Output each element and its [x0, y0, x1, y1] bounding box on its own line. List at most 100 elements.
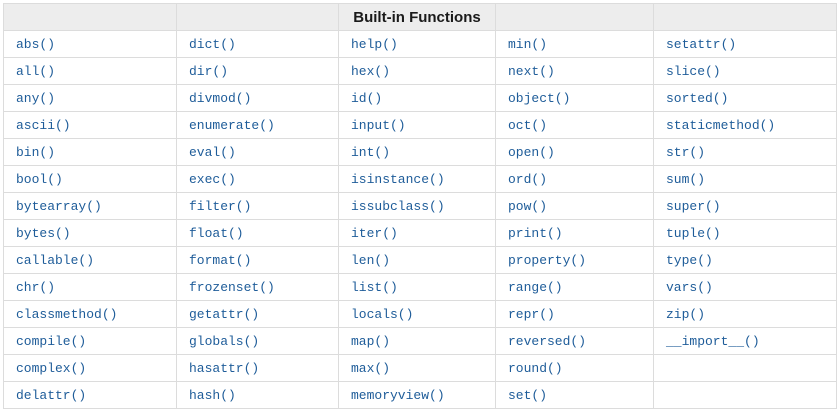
table-cell: filter(): [176, 192, 339, 220]
function-link[interactable]: bin(): [16, 145, 55, 160]
function-link[interactable]: float(): [189, 226, 244, 241]
table-cell: ascii(): [3, 111, 177, 139]
function-link[interactable]: staticmethod(): [666, 118, 775, 133]
function-link[interactable]: type(): [666, 253, 713, 268]
table-row: bytes() float() iter() print() tuple(): [3, 219, 837, 247]
table-cell: map(): [338, 327, 496, 355]
function-link[interactable]: sum(): [666, 172, 705, 187]
function-link[interactable]: repr(): [508, 307, 555, 322]
table-cell: iter(): [338, 219, 496, 247]
function-link[interactable]: list(): [351, 280, 398, 295]
function-link[interactable]: print(): [508, 226, 563, 241]
function-link[interactable]: hasattr(): [189, 361, 259, 376]
table-cell: delattr(): [3, 381, 177, 409]
table-cell: exec(): [176, 165, 339, 193]
function-link[interactable]: vars(): [666, 280, 713, 295]
function-link[interactable]: oct(): [508, 118, 547, 133]
function-link[interactable]: range(): [508, 280, 563, 295]
function-link[interactable]: filter(): [189, 199, 251, 214]
function-link[interactable]: help(): [351, 37, 398, 52]
table-cell: staticmethod(): [653, 111, 837, 139]
function-link[interactable]: enumerate(): [189, 118, 275, 133]
table-row: any() divmod() id() object() sorted(): [3, 84, 837, 112]
function-link[interactable]: any(): [16, 91, 55, 106]
function-link[interactable]: hex(): [351, 64, 390, 79]
function-link[interactable]: divmod(): [189, 91, 251, 106]
function-link[interactable]: isinstance(): [351, 172, 445, 187]
table-row: chr() frozenset() list() range() vars(): [3, 273, 837, 301]
function-link[interactable]: input(): [351, 118, 406, 133]
table-header-row: Built-in Functions: [3, 3, 837, 31]
function-link[interactable]: callable(): [16, 253, 94, 268]
function-link[interactable]: round(): [508, 361, 563, 376]
table-cell: all(): [3, 57, 177, 85]
header-cell-empty-1: [3, 3, 177, 31]
table-cell: sum(): [653, 165, 837, 193]
function-link[interactable]: str(): [666, 145, 705, 160]
table-cell: zip(): [653, 300, 837, 328]
table-cell: getattr(): [176, 300, 339, 328]
function-link[interactable]: sorted(): [666, 91, 728, 106]
function-link[interactable]: max(): [351, 361, 390, 376]
function-link[interactable]: ord(): [508, 172, 547, 187]
function-link[interactable]: globals(): [189, 334, 259, 349]
function-link[interactable]: memoryview(): [351, 388, 445, 403]
table-cell: id(): [338, 84, 496, 112]
function-link[interactable]: int(): [351, 145, 390, 160]
function-link[interactable]: super(): [666, 199, 721, 214]
function-link[interactable]: abs(): [16, 37, 55, 52]
function-link[interactable]: next(): [508, 64, 555, 79]
table-cell: pow(): [495, 192, 654, 220]
function-link[interactable]: format(): [189, 253, 251, 268]
function-link[interactable]: issubclass(): [351, 199, 445, 214]
function-link[interactable]: zip(): [666, 307, 705, 322]
function-link[interactable]: set(): [508, 388, 547, 403]
function-link[interactable]: len(): [351, 253, 390, 268]
function-link[interactable]: exec(): [189, 172, 236, 187]
function-link[interactable]: pow(): [508, 199, 547, 214]
table-cell: compile(): [3, 327, 177, 355]
function-link[interactable]: map(): [351, 334, 390, 349]
function-link[interactable]: id(): [351, 91, 382, 106]
table-cell: memoryview(): [338, 381, 496, 409]
function-link[interactable]: classmethod(): [16, 307, 117, 322]
table-cell: format(): [176, 246, 339, 274]
function-link[interactable]: object(): [508, 91, 570, 106]
table-cell: type(): [653, 246, 837, 274]
function-link[interactable]: chr(): [16, 280, 55, 295]
function-link[interactable]: frozenset(): [189, 280, 275, 295]
function-link[interactable]: slice(): [666, 64, 721, 79]
table-row: bin() eval() int() open() str(): [3, 138, 837, 166]
function-link[interactable]: min(): [508, 37, 547, 52]
function-link[interactable]: eval(): [189, 145, 236, 160]
function-link[interactable]: tuple(): [666, 226, 721, 241]
function-link[interactable]: setattr(): [666, 37, 736, 52]
function-link[interactable]: bool(): [16, 172, 63, 187]
function-link[interactable]: locals(): [351, 307, 413, 322]
table-cell: eval(): [176, 138, 339, 166]
function-link[interactable]: open(): [508, 145, 555, 160]
header-cell-empty-4: [495, 3, 654, 31]
function-link[interactable]: reversed(): [508, 334, 586, 349]
function-link[interactable]: ascii(): [16, 118, 71, 133]
function-link[interactable]: dir(): [189, 64, 228, 79]
function-link[interactable]: compile(): [16, 334, 86, 349]
function-link[interactable]: bytes(): [16, 226, 71, 241]
function-link[interactable]: getattr(): [189, 307, 259, 322]
function-link[interactable]: dict(): [189, 37, 236, 52]
function-link[interactable]: bytearray(): [16, 199, 102, 214]
function-link[interactable]: property(): [508, 253, 586, 268]
function-link[interactable]: all(): [16, 64, 55, 79]
function-link[interactable]: iter(): [351, 226, 398, 241]
function-link[interactable]: __import__(): [666, 334, 760, 349]
table-cell: oct(): [495, 111, 654, 139]
function-link[interactable]: complex(): [16, 361, 86, 376]
table-title: Built-in Functions: [338, 3, 496, 31]
table-cell: isinstance(): [338, 165, 496, 193]
table-cell: print(): [495, 219, 654, 247]
table-cell: max(): [338, 354, 496, 382]
table-cell: bool(): [3, 165, 177, 193]
function-link[interactable]: hash(): [189, 388, 236, 403]
table-cell: dir(): [176, 57, 339, 85]
function-link[interactable]: delattr(): [16, 388, 86, 403]
